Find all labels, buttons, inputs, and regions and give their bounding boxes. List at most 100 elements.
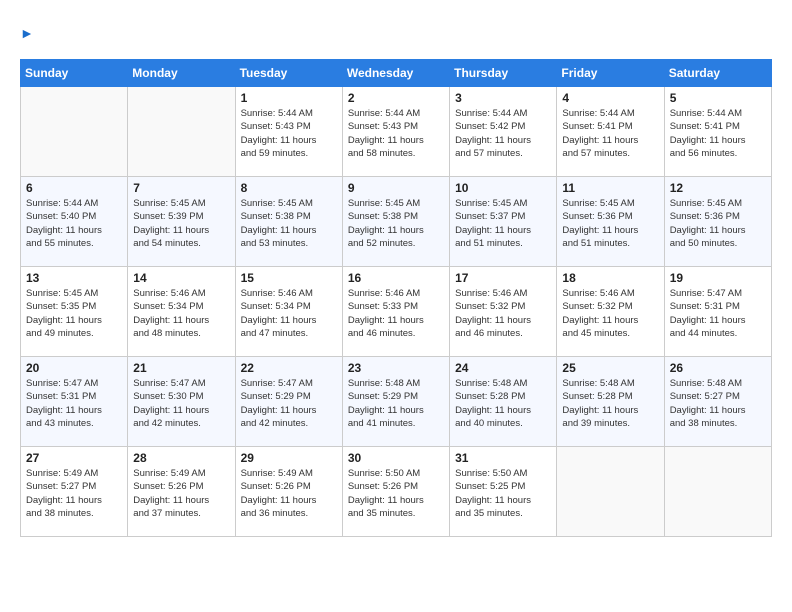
day-info: Sunrise: 5:45 AM Sunset: 5:36 PM Dayligh…: [562, 197, 658, 250]
page-header: ►: [20, 20, 772, 43]
calendar-cell: 26 Sunrise: 5:48 AM Sunset: 5:27 PM Dayli…: [664, 357, 771, 447]
day-number: 6: [26, 181, 122, 195]
calendar-cell: 6 Sunrise: 5:44 AM Sunset: 5:40 PM Daylig…: [21, 177, 128, 267]
day-info: Sunrise: 5:48 AM Sunset: 5:28 PM Dayligh…: [562, 377, 658, 430]
calendar-col-monday: Monday: [128, 60, 235, 87]
calendar-cell: 9 Sunrise: 5:45 AM Sunset: 5:38 PM Daylig…: [342, 177, 449, 267]
calendar-col-thursday: Thursday: [450, 60, 557, 87]
calendar-cell: 16 Sunrise: 5:46 AM Sunset: 5:33 PM Dayli…: [342, 267, 449, 357]
day-number: 5: [670, 91, 766, 105]
day-number: 21: [133, 361, 229, 375]
calendar-cell: 3Sunrise: 5:44 AM Sunset: 5:42 PM Daylig…: [450, 87, 557, 177]
day-info: Sunrise: 5:49 AM Sunset: 5:26 PM Dayligh…: [241, 467, 337, 520]
day-number: 25: [562, 361, 658, 375]
calendar-cell: 11 Sunrise: 5:45 AM Sunset: 5:36 PM Dayli…: [557, 177, 664, 267]
day-number: 23: [348, 361, 444, 375]
calendar-cell: [664, 447, 771, 537]
day-info: Sunrise: 5:44 AM Sunset: 5:43 PM Dayligh…: [241, 107, 337, 160]
calendar-cell: 4 Sunrise: 5:44 AM Sunset: 5:41 PM Daylig…: [557, 87, 664, 177]
calendar-cell: 21Sunrise: 5:47 AM Sunset: 5:30 PM Dayli…: [128, 357, 235, 447]
day-info: Sunrise: 5:49 AM Sunset: 5:27 PM Dayligh…: [26, 467, 122, 520]
calendar-cell: [128, 87, 235, 177]
day-info: Sunrise: 5:46 AM Sunset: 5:34 PM Dayligh…: [133, 287, 229, 340]
day-number: 12: [670, 181, 766, 195]
day-info: Sunrise: 5:47 AM Sunset: 5:29 PM Dayligh…: [241, 377, 337, 430]
calendar-cell: 1Sunrise: 5:44 AM Sunset: 5:43 PM Daylig…: [235, 87, 342, 177]
day-info: Sunrise: 5:45 AM Sunset: 5:37 PM Dayligh…: [455, 197, 551, 250]
calendar-cell: 7 Sunrise: 5:45 AM Sunset: 5:39 PM Daylig…: [128, 177, 235, 267]
day-number: 10: [455, 181, 551, 195]
calendar-week-2: 6 Sunrise: 5:44 AM Sunset: 5:40 PM Daylig…: [21, 177, 772, 267]
calendar-cell: 23 Sunrise: 5:48 AM Sunset: 5:29 PM Dayli…: [342, 357, 449, 447]
calendar-header-row: SundayMondayTuesdayWednesdayThursdayFrid…: [21, 60, 772, 87]
day-number: 28: [133, 451, 229, 465]
day-info: Sunrise: 5:48 AM Sunset: 5:28 PM Dayligh…: [455, 377, 551, 430]
day-info: Sunrise: 5:48 AM Sunset: 5:27 PM Dayligh…: [670, 377, 766, 430]
calendar-cell: 19Sunrise: 5:47 AM Sunset: 5:31 PM Dayli…: [664, 267, 771, 357]
day-number: 17: [455, 271, 551, 285]
day-info: Sunrise: 5:48 AM Sunset: 5:29 PM Dayligh…: [348, 377, 444, 430]
calendar-table: SundayMondayTuesdayWednesdayThursdayFrid…: [20, 59, 772, 537]
calendar-week-1: 1Sunrise: 5:44 AM Sunset: 5:43 PM Daylig…: [21, 87, 772, 177]
day-info: Sunrise: 5:44 AM Sunset: 5:43 PM Dayligh…: [348, 107, 444, 160]
day-number: 30: [348, 451, 444, 465]
calendar-cell: 2Sunrise: 5:44 AM Sunset: 5:43 PM Daylig…: [342, 87, 449, 177]
calendar-cell: 14 Sunrise: 5:46 AM Sunset: 5:34 PM Dayli…: [128, 267, 235, 357]
day-info: Sunrise: 5:45 AM Sunset: 5:36 PM Dayligh…: [670, 197, 766, 250]
day-info: Sunrise: 5:46 AM Sunset: 5:34 PM Dayligh…: [241, 287, 337, 340]
calendar-cell: 27 Sunrise: 5:49 AM Sunset: 5:27 PM Dayli…: [21, 447, 128, 537]
day-number: 11: [562, 181, 658, 195]
calendar-cell: [557, 447, 664, 537]
calendar-cell: 20 Sunrise: 5:47 AM Sunset: 5:31 PM Dayli…: [21, 357, 128, 447]
calendar-cell: [21, 87, 128, 177]
calendar-week-3: 13 Sunrise: 5:45 AM Sunset: 5:35 PM Dayli…: [21, 267, 772, 357]
day-number: 27: [26, 451, 122, 465]
day-number: 18: [562, 271, 658, 285]
calendar-col-friday: Friday: [557, 60, 664, 87]
logo-text: ►: [20, 20, 34, 43]
calendar-cell: 22Sunrise: 5:47 AM Sunset: 5:29 PM Dayli…: [235, 357, 342, 447]
day-number: 31: [455, 451, 551, 465]
day-number: 24: [455, 361, 551, 375]
calendar-week-5: 27 Sunrise: 5:49 AM Sunset: 5:27 PM Dayli…: [21, 447, 772, 537]
day-info: Sunrise: 5:49 AM Sunset: 5:26 PM Dayligh…: [133, 467, 229, 520]
logo: ►: [20, 20, 34, 43]
day-number: 26: [670, 361, 766, 375]
calendar-cell: 29 Sunrise: 5:49 AM Sunset: 5:26 PM Dayli…: [235, 447, 342, 537]
calendar-cell: 10 Sunrise: 5:45 AM Sunset: 5:37 PM Dayli…: [450, 177, 557, 267]
calendar-cell: 13 Sunrise: 5:45 AM Sunset: 5:35 PM Dayli…: [21, 267, 128, 357]
day-number: 9: [348, 181, 444, 195]
day-number: 14: [133, 271, 229, 285]
day-number: 16: [348, 271, 444, 285]
day-info: Sunrise: 5:47 AM Sunset: 5:31 PM Dayligh…: [670, 287, 766, 340]
day-info: Sunrise: 5:46 AM Sunset: 5:32 PM Dayligh…: [562, 287, 658, 340]
day-info: Sunrise: 5:45 AM Sunset: 5:35 PM Dayligh…: [26, 287, 122, 340]
calendar-cell: 31Sunrise: 5:50 AM Sunset: 5:25 PM Dayli…: [450, 447, 557, 537]
day-info: Sunrise: 5:44 AM Sunset: 5:41 PM Dayligh…: [670, 107, 766, 160]
day-number: 8: [241, 181, 337, 195]
day-number: 29: [241, 451, 337, 465]
day-info: Sunrise: 5:46 AM Sunset: 5:33 PM Dayligh…: [348, 287, 444, 340]
calendar-cell: 8Sunrise: 5:45 AM Sunset: 5:38 PM Daylig…: [235, 177, 342, 267]
calendar-cell: 12 Sunrise: 5:45 AM Sunset: 5:36 PM Dayli…: [664, 177, 771, 267]
day-info: Sunrise: 5:46 AM Sunset: 5:32 PM Dayligh…: [455, 287, 551, 340]
calendar-cell: 28 Sunrise: 5:49 AM Sunset: 5:26 PM Dayli…: [128, 447, 235, 537]
calendar-col-sunday: Sunday: [21, 60, 128, 87]
calendar-cell: 24 Sunrise: 5:48 AM Sunset: 5:28 PM Dayli…: [450, 357, 557, 447]
day-info: Sunrise: 5:44 AM Sunset: 5:41 PM Dayligh…: [562, 107, 658, 160]
calendar-col-saturday: Saturday: [664, 60, 771, 87]
day-number: 13: [26, 271, 122, 285]
calendar-cell: 18 Sunrise: 5:46 AM Sunset: 5:32 PM Dayli…: [557, 267, 664, 357]
day-info: Sunrise: 5:44 AM Sunset: 5:42 PM Dayligh…: [455, 107, 551, 160]
day-info: Sunrise: 5:44 AM Sunset: 5:40 PM Dayligh…: [26, 197, 122, 250]
day-number: 7: [133, 181, 229, 195]
day-info: Sunrise: 5:47 AM Sunset: 5:31 PM Dayligh…: [26, 377, 122, 430]
day-number: 20: [26, 361, 122, 375]
day-info: Sunrise: 5:45 AM Sunset: 5:39 PM Dayligh…: [133, 197, 229, 250]
day-info: Sunrise: 5:50 AM Sunset: 5:26 PM Dayligh…: [348, 467, 444, 520]
calendar-cell: 5 Sunrise: 5:44 AM Sunset: 5:41 PM Daylig…: [664, 87, 771, 177]
day-number: 4: [562, 91, 658, 105]
day-info: Sunrise: 5:45 AM Sunset: 5:38 PM Dayligh…: [348, 197, 444, 250]
calendar-week-4: 20 Sunrise: 5:47 AM Sunset: 5:31 PM Dayli…: [21, 357, 772, 447]
day-number: 15: [241, 271, 337, 285]
